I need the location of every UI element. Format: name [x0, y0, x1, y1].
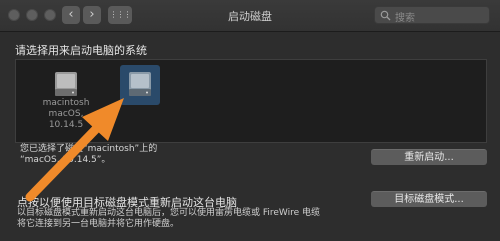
annotation-arrow [25, 98, 124, 202]
